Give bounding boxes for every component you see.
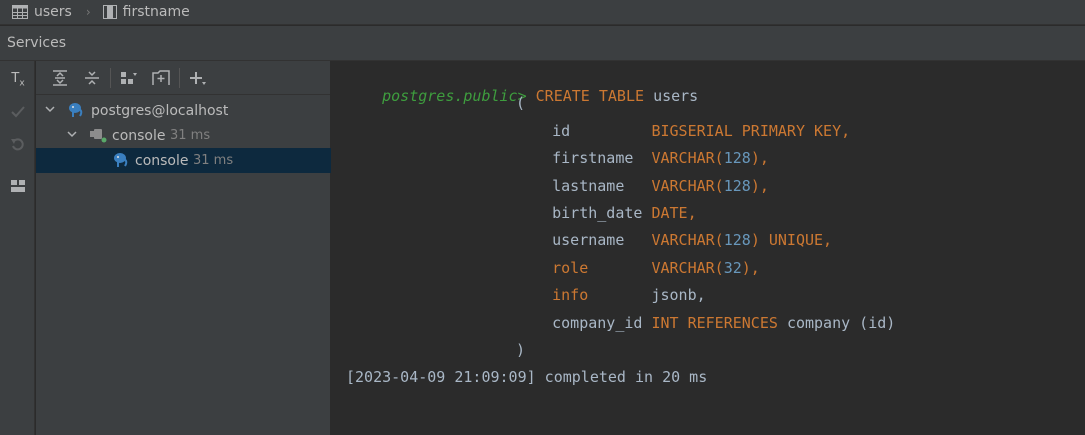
- breadcrumb-item-firstname[interactable]: firstname: [102, 4, 190, 20]
- postgresql-elephant-icon: [67, 101, 85, 123]
- sql-code-line: lastname VARCHAR(128),: [516, 176, 769, 196]
- code-token: 128: [723, 149, 751, 168]
- new-group-button[interactable]: [145, 66, 177, 90]
- code-token: ),: [741, 258, 760, 277]
- toolbar-divider: [110, 67, 111, 88]
- services-tree-panel: postgres@localhost console 31 ms console: [36, 61, 331, 435]
- toolbar-divider: [179, 67, 180, 88]
- sql-code-line: CREATE TABLE users: [536, 87, 699, 105]
- console-session-icon: [89, 127, 107, 149]
- sql-code-line: company_id INT REFERENCES company (id): [516, 313, 895, 333]
- code-token: ),: [750, 149, 769, 168]
- code-token: (: [516, 94, 526, 113]
- breadcrumb-label: firstname: [122, 4, 190, 20]
- layout-icon: [11, 180, 25, 192]
- code-token: company (id): [786, 313, 896, 332]
- collapse-all-button[interactable]: [76, 66, 108, 90]
- sql-code-line: id BIGSERIAL PRIMARY KEY,: [516, 121, 850, 141]
- code-token: VARCHAR(: [651, 149, 724, 168]
- sql-code-line: role VARCHAR(32),: [516, 258, 760, 278]
- chevron-down-icon[interactable]: [66, 128, 78, 144]
- code-token: role: [552, 258, 589, 277]
- expand-all-button[interactable]: [44, 66, 76, 90]
- code-token: ),: [750, 176, 769, 195]
- code-token: ): [516, 341, 526, 359]
- tree-item-label: console: [135, 152, 189, 169]
- code-token: info: [552, 286, 589, 305]
- commit-button[interactable]: [7, 101, 29, 123]
- code-token: VARCHAR(: [651, 258, 724, 277]
- collapse-all-icon: [85, 70, 99, 85]
- tree-item-duration: 31 ms: [193, 153, 234, 168]
- tree-item-label: console: [112, 127, 166, 144]
- code-token: CREATE TABLE: [535, 87, 654, 105]
- breadcrumb: users › firstname: [0, 0, 1085, 25]
- sql-code-line: username VARCHAR(128) UNIQUE,: [516, 230, 832, 250]
- new-group-icon: [152, 69, 170, 85]
- tree-item-console[interactable]: console 31 ms: [36, 148, 331, 173]
- sql-code-line: birth_date DATE,: [516, 203, 697, 223]
- code-token: lastname: [516, 176, 652, 195]
- tree-item-duration: 31 ms: [170, 128, 211, 143]
- undo-icon: [11, 138, 24, 151]
- code-token: INT REFERENCES: [651, 313, 787, 332]
- code-token: VARCHAR(: [651, 176, 724, 195]
- sql-code-line: firstname VARCHAR(128),: [516, 148, 769, 168]
- tree-item-postgres-localhost[interactable]: postgres@localhost: [36, 98, 331, 123]
- code-token: 128: [723, 176, 751, 195]
- code-token: company_id: [516, 313, 652, 332]
- services-panel-header: Services: [0, 26, 1085, 61]
- layout-button[interactable]: [7, 175, 29, 197]
- add-service-button[interactable]: [182, 66, 214, 90]
- expand-all-icon: [53, 69, 67, 86]
- code-token: id: [516, 121, 652, 140]
- checkmark-icon: [11, 106, 25, 118]
- tree-toolbar: [36, 61, 330, 95]
- code-token: users: [653, 87, 699, 105]
- chevron-down-icon[interactable]: [44, 103, 56, 119]
- breadcrumb-item-users[interactable]: users: [12, 4, 72, 20]
- table-icon: [12, 5, 28, 19]
- sql-code-line: ): [516, 340, 525, 360]
- chevron-right-icon: ›: [85, 5, 91, 19]
- rollback-button[interactable]: [7, 133, 29, 155]
- tx-icon: Tx: [11, 71, 25, 89]
- group-by-button[interactable]: [113, 66, 145, 90]
- group-icon: [121, 71, 137, 84]
- console-prompt: postgres.public>: [382, 87, 527, 105]
- code-token: jsonb,: [588, 286, 706, 305]
- code-token: birth_date: [516, 204, 652, 222]
- code-token: username: [516, 231, 652, 250]
- code-token: firstname: [516, 149, 652, 168]
- console-output[interactable]: postgres.public> CREATE TABLE users ( id…: [332, 61, 1085, 435]
- column-icon: [102, 5, 117, 19]
- sql-code-line: (: [516, 93, 525, 113]
- tree-item-console-session[interactable]: console 31 ms: [36, 123, 331, 148]
- code-token: 128: [723, 231, 751, 250]
- sql-code-line: info jsonb,: [516, 285, 706, 305]
- services-title: Services: [7, 35, 67, 51]
- code-token: DATE,: [651, 204, 697, 222]
- vertical-toolbar: Tx: [0, 61, 35, 435]
- breadcrumb-label: users: [34, 4, 72, 20]
- code-token: BIGSERIAL PRIMARY KEY,: [651, 121, 851, 140]
- execution-result-message: [2023-04-09 21:09:09] completed in 20 ms: [346, 368, 708, 387]
- plus-icon: [190, 71, 206, 85]
- code-token: VARCHAR(: [651, 231, 724, 250]
- sql-first-line: postgres.public> CREATE TABLE users: [346, 66, 698, 105]
- transaction-mode-button[interactable]: Tx: [7, 69, 29, 91]
- code-token: ) UNIQUE,: [750, 231, 833, 250]
- code-token: 32: [723, 258, 742, 277]
- tree-item-label: postgres@localhost: [91, 102, 229, 119]
- postgresql-elephant-icon: [112, 151, 130, 173]
